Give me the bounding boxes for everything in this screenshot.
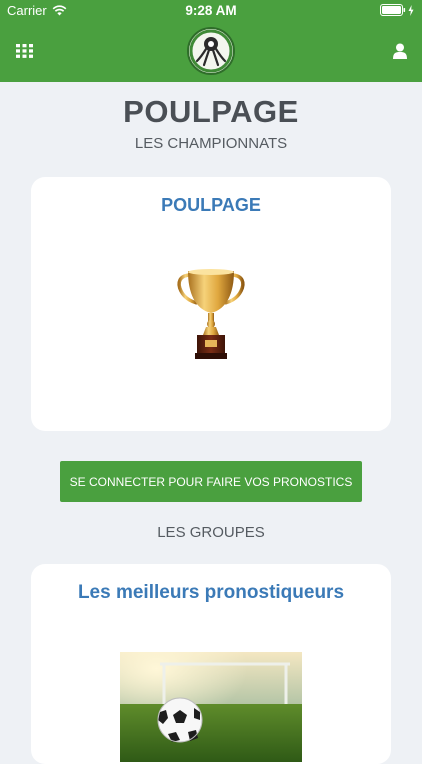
octopus-logo[interactable] [187, 27, 235, 75]
battery-icon [380, 4, 406, 16]
section-title-championships: LES CHAMPIONNATS [134, 135, 288, 152]
battery-indicator [380, 4, 414, 16]
championship-title: POULPAGE [161, 195, 261, 215]
clock: 9:28 AM [185, 3, 237, 18]
status-bar: Carrier 9:28 AM [0, 0, 422, 22]
login-button[interactable]: SE CONNECTER POUR FAIRE VOS PRONOSTICS [60, 461, 362, 502]
championship-card[interactable]: POULPAGE [31, 177, 391, 431]
group-card[interactable]: Les meilleurs pronostiqueurs [31, 564, 391, 764]
soccer-ball-photo [120, 652, 302, 762]
section-title-groups: LES GROUPES [157, 524, 265, 541]
grid-icon[interactable] [16, 44, 33, 58]
trophy-icon [177, 269, 245, 359]
charging-icon [408, 4, 414, 16]
user-icon[interactable] [393, 43, 407, 59]
octopus-icon [189, 29, 233, 73]
page-title: POULPAGE [123, 94, 299, 129]
group-card-title: Les meilleurs pronostiqueurs [77, 582, 345, 603]
